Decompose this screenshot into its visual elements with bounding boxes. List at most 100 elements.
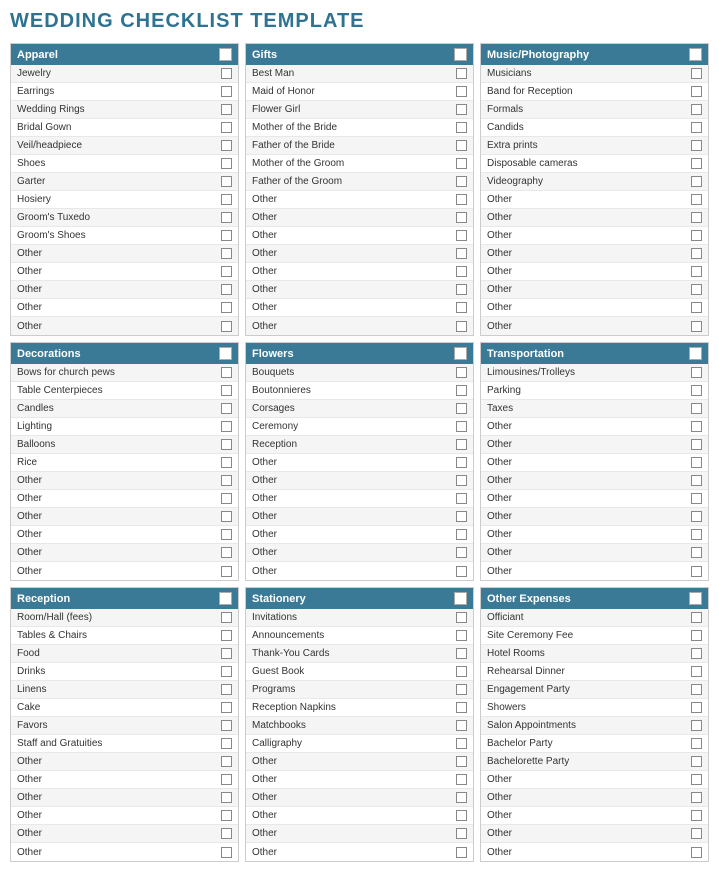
item-checkbox[interactable]: [456, 547, 467, 558]
item-checkbox[interactable]: [221, 630, 232, 641]
section-header-checkbox-apparel[interactable]: [219, 48, 232, 61]
item-checkbox[interactable]: [221, 302, 232, 313]
item-checkbox[interactable]: [221, 810, 232, 821]
item-checkbox[interactable]: [691, 475, 702, 486]
item-checkbox[interactable]: [456, 140, 467, 151]
item-checkbox[interactable]: [221, 684, 232, 695]
item-checkbox[interactable]: [691, 774, 702, 785]
item-checkbox[interactable]: [691, 529, 702, 540]
item-checkbox[interactable]: [221, 612, 232, 623]
item-checkbox[interactable]: [456, 566, 467, 577]
item-checkbox[interactable]: [691, 720, 702, 731]
item-checkbox[interactable]: [691, 158, 702, 169]
item-checkbox[interactable]: [691, 403, 702, 414]
item-checkbox[interactable]: [691, 421, 702, 432]
item-checkbox[interactable]: [691, 828, 702, 839]
item-checkbox[interactable]: [456, 738, 467, 749]
item-checkbox[interactable]: [691, 266, 702, 277]
item-checkbox[interactable]: [456, 104, 467, 115]
item-checkbox[interactable]: [456, 630, 467, 641]
item-checkbox[interactable]: [691, 847, 702, 858]
item-checkbox[interactable]: [221, 439, 232, 450]
item-checkbox[interactable]: [221, 475, 232, 486]
item-checkbox[interactable]: [691, 457, 702, 468]
item-checkbox[interactable]: [456, 774, 467, 785]
item-checkbox[interactable]: [456, 302, 467, 313]
item-checkbox[interactable]: [456, 158, 467, 169]
section-header-checkbox-decorations[interactable]: [219, 347, 232, 360]
item-checkbox[interactable]: [456, 194, 467, 205]
item-checkbox[interactable]: [221, 321, 232, 332]
item-checkbox[interactable]: [691, 104, 702, 115]
item-checkbox[interactable]: [221, 403, 232, 414]
item-checkbox[interactable]: [221, 385, 232, 396]
item-checkbox[interactable]: [691, 756, 702, 767]
item-checkbox[interactable]: [221, 529, 232, 540]
item-checkbox[interactable]: [691, 738, 702, 749]
item-checkbox[interactable]: [221, 702, 232, 713]
item-checkbox[interactable]: [691, 194, 702, 205]
item-checkbox[interactable]: [456, 68, 467, 79]
item-checkbox[interactable]: [221, 493, 232, 504]
item-checkbox[interactable]: [456, 666, 467, 677]
item-checkbox[interactable]: [456, 176, 467, 187]
item-checkbox[interactable]: [456, 385, 467, 396]
item-checkbox[interactable]: [691, 493, 702, 504]
item-checkbox[interactable]: [691, 547, 702, 558]
section-header-checkbox-gifts[interactable]: [454, 48, 467, 61]
item-checkbox[interactable]: [456, 86, 467, 97]
item-checkbox[interactable]: [221, 194, 232, 205]
section-header-checkbox-other-expenses[interactable]: [689, 592, 702, 605]
item-checkbox[interactable]: [691, 702, 702, 713]
section-header-checkbox-music-photography[interactable]: [689, 48, 702, 61]
item-checkbox[interactable]: [221, 457, 232, 468]
item-checkbox[interactable]: [456, 684, 467, 695]
item-checkbox[interactable]: [691, 248, 702, 259]
item-checkbox[interactable]: [691, 666, 702, 677]
item-checkbox[interactable]: [456, 756, 467, 767]
section-header-checkbox-stationery[interactable]: [454, 592, 467, 605]
item-checkbox[interactable]: [221, 176, 232, 187]
item-checkbox[interactable]: [221, 421, 232, 432]
item-checkbox[interactable]: [691, 284, 702, 295]
item-checkbox[interactable]: [221, 847, 232, 858]
item-checkbox[interactable]: [691, 385, 702, 396]
section-header-checkbox-reception[interactable]: [219, 592, 232, 605]
item-checkbox[interactable]: [456, 847, 467, 858]
item-checkbox[interactable]: [691, 648, 702, 659]
item-checkbox[interactable]: [456, 367, 467, 378]
item-checkbox[interactable]: [456, 511, 467, 522]
item-checkbox[interactable]: [456, 529, 467, 540]
item-checkbox[interactable]: [221, 122, 232, 133]
item-checkbox[interactable]: [221, 792, 232, 803]
item-checkbox[interactable]: [691, 321, 702, 332]
item-checkbox[interactable]: [456, 230, 467, 241]
item-checkbox[interactable]: [691, 792, 702, 803]
item-checkbox[interactable]: [691, 566, 702, 577]
item-checkbox[interactable]: [456, 122, 467, 133]
item-checkbox[interactable]: [221, 68, 232, 79]
item-checkbox[interactable]: [221, 284, 232, 295]
item-checkbox[interactable]: [456, 810, 467, 821]
item-checkbox[interactable]: [221, 140, 232, 151]
item-checkbox[interactable]: [691, 302, 702, 313]
item-checkbox[interactable]: [221, 511, 232, 522]
item-checkbox[interactable]: [221, 212, 232, 223]
item-checkbox[interactable]: [221, 158, 232, 169]
item-checkbox[interactable]: [456, 212, 467, 223]
item-checkbox[interactable]: [221, 367, 232, 378]
item-checkbox[interactable]: [456, 720, 467, 731]
item-checkbox[interactable]: [456, 648, 467, 659]
item-checkbox[interactable]: [221, 774, 232, 785]
item-checkbox[interactable]: [221, 547, 232, 558]
item-checkbox[interactable]: [221, 86, 232, 97]
item-checkbox[interactable]: [456, 266, 467, 277]
section-header-checkbox-flowers[interactable]: [454, 347, 467, 360]
item-checkbox[interactable]: [456, 321, 467, 332]
item-checkbox[interactable]: [691, 630, 702, 641]
item-checkbox[interactable]: [456, 421, 467, 432]
item-checkbox[interactable]: [221, 666, 232, 677]
item-checkbox[interactable]: [456, 612, 467, 623]
item-checkbox[interactable]: [691, 212, 702, 223]
item-checkbox[interactable]: [221, 566, 232, 577]
